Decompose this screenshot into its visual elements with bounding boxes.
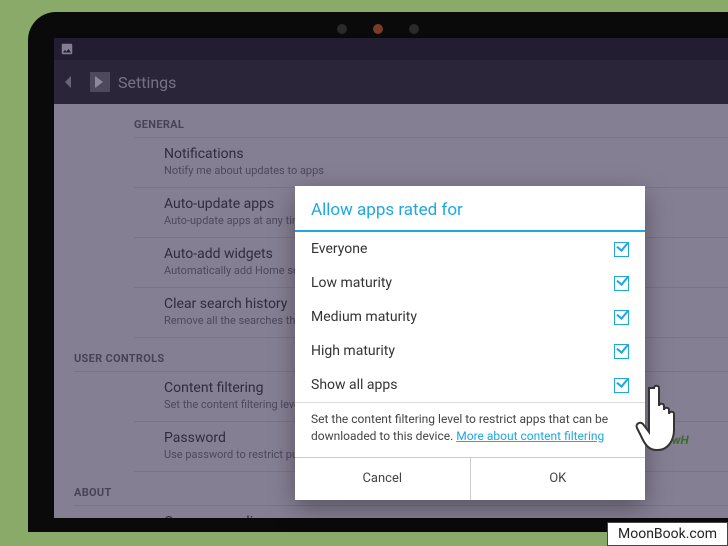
page-title: Settings [118, 73, 176, 92]
item-notifications[interactable]: NotificationsNotify me about updates to … [134, 138, 728, 188]
dialog-description: Set the content filtering level to restr… [295, 402, 645, 458]
play-store-icon [90, 72, 110, 92]
ok-button[interactable]: OK [471, 458, 646, 500]
item-licences[interactable]: Open-source licencesLicence details for … [134, 506, 728, 518]
checkbox-icon[interactable] [614, 310, 629, 325]
section-general: GENERAL [134, 104, 728, 138]
dialog-title: Allow apps rated for [295, 186, 645, 232]
pointer-hand-icon: wH [634, 382, 700, 464]
watermark: MoonBook.com [607, 522, 728, 546]
checkbox-icon[interactable] [614, 276, 629, 291]
back-button[interactable] [64, 60, 82, 104]
option-medium-maturity[interactable]: Medium maturity [295, 300, 645, 334]
checkbox-icon[interactable] [614, 344, 629, 359]
svg-text:wH: wH [672, 433, 690, 447]
option-show-all[interactable]: Show all apps [295, 368, 645, 402]
app-bar: Settings [54, 60, 728, 104]
image-icon [60, 42, 74, 56]
checkbox-icon[interactable] [614, 242, 629, 257]
cancel-button[interactable]: Cancel [295, 458, 471, 500]
checkbox-icon[interactable] [614, 378, 629, 393]
option-everyone[interactable]: Everyone [295, 232, 645, 266]
more-link[interactable]: More about content filtering [456, 429, 604, 443]
content-filtering-dialog: Allow apps rated for Everyone Low maturi… [295, 186, 645, 500]
status-bar [54, 38, 728, 60]
option-low-maturity[interactable]: Low maturity [295, 266, 645, 300]
tablet-camera [337, 24, 419, 34]
option-high-maturity[interactable]: High maturity [295, 334, 645, 368]
